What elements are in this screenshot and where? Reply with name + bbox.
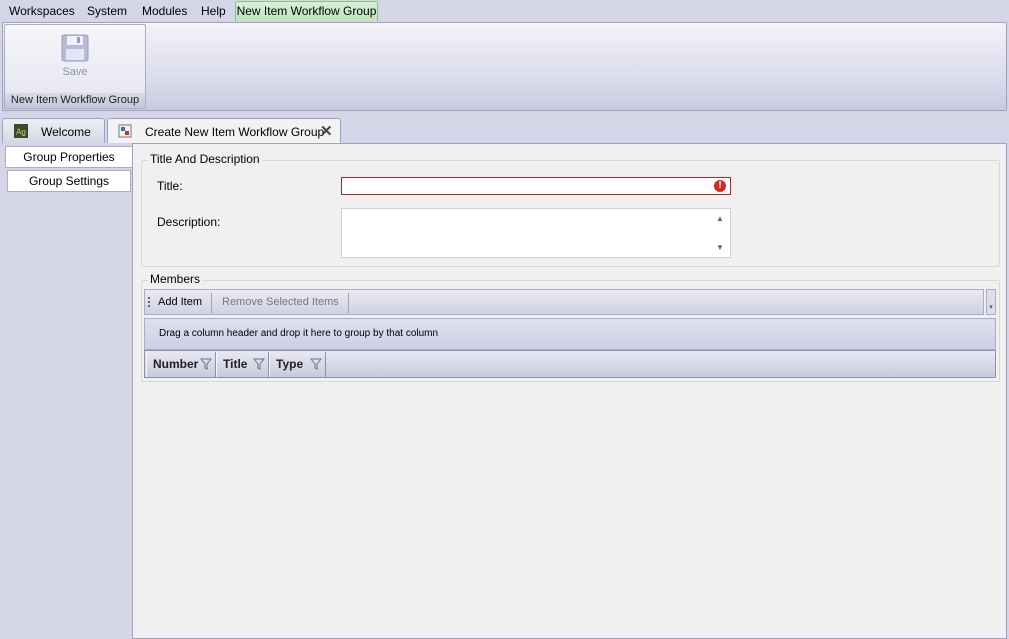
- context-tab-new-item-workflow-group[interactable]: New Item Workflow Group: [235, 1, 378, 21]
- menu-workspaces[interactable]: Workspaces: [9, 4, 75, 18]
- add-item-button[interactable]: Add Item: [158, 296, 202, 308]
- column-header-type[interactable]: Type: [269, 352, 326, 377]
- filter-icon[interactable]: [200, 358, 212, 370]
- toolbar-separator: [348, 293, 349, 313]
- toolbar-separator: [211, 293, 212, 313]
- nav-group-settings[interactable]: Group Settings: [7, 170, 131, 192]
- members-toolbar: Add Item Remove Selected Items: [144, 289, 984, 315]
- save-button[interactable]: Save: [47, 31, 103, 81]
- tab-welcome[interactable]: Ag Welcome: [2, 118, 105, 143]
- tab-create-label: Create New Item Workflow Group: [145, 125, 325, 139]
- content-panel: Title And Description Title: ! Descripti…: [132, 143, 1007, 639]
- grid-header-row: Number Title Type: [144, 350, 996, 378]
- left-nav: Group Properties Group Settings: [2, 143, 133, 639]
- column-header-number[interactable]: Number: [146, 352, 216, 377]
- ribbon: Save New Item Workflow Group: [2, 22, 1007, 111]
- ribbon-group: Save New Item Workflow Group: [4, 24, 146, 109]
- scroll-up-icon[interactable]: ▲: [716, 214, 724, 223]
- remove-selected-items-button[interactable]: Remove Selected Items: [222, 296, 339, 308]
- description-label: Description:: [157, 215, 221, 229]
- tab-welcome-label: Welcome: [41, 125, 91, 139]
- description-input[interactable]: [341, 208, 731, 258]
- save-icon: [61, 34, 89, 62]
- members-heading: Members: [148, 272, 203, 286]
- ribbon-group-label: New Item Workflow Group: [5, 93, 145, 108]
- column-header-label: Type: [276, 357, 304, 371]
- save-label: Save: [62, 66, 88, 78]
- title-description-heading: Title And Description: [148, 152, 262, 166]
- group-by-panel[interactable]: Drag a column header and drop it here to…: [144, 318, 996, 350]
- workflow-group-icon: [118, 124, 132, 138]
- title-input[interactable]: [341, 177, 731, 195]
- filter-icon[interactable]: [253, 358, 265, 370]
- title-label: Title:: [157, 179, 183, 193]
- error-icon: !: [714, 180, 726, 192]
- menu-bar: Workspaces System Modules Help New Item …: [0, 0, 1009, 22]
- scroll-down-icon[interactable]: ▼: [716, 243, 724, 252]
- tab-create-new-item-workflow-group[interactable]: Create New Item Workflow Group ✕: [107, 118, 341, 144]
- svg-text:Ag: Ag: [16, 128, 26, 137]
- app-logo-icon: Ag: [14, 124, 28, 138]
- column-header-label: Title: [223, 357, 248, 371]
- nav-group-properties[interactable]: Group Properties: [5, 146, 133, 168]
- close-tab-icon[interactable]: ✕: [320, 122, 333, 140]
- toolbar-grip-icon[interactable]: [148, 297, 150, 309]
- column-header-label: Number: [153, 357, 199, 371]
- toolbar-overflow-icon[interactable]: ▾: [986, 289, 996, 315]
- menu-modules[interactable]: Modules: [142, 4, 187, 18]
- filter-icon[interactable]: [310, 358, 322, 370]
- column-header-title[interactable]: Title: [216, 352, 269, 377]
- menu-help[interactable]: Help: [201, 4, 226, 18]
- menu-system[interactable]: System: [87, 4, 127, 18]
